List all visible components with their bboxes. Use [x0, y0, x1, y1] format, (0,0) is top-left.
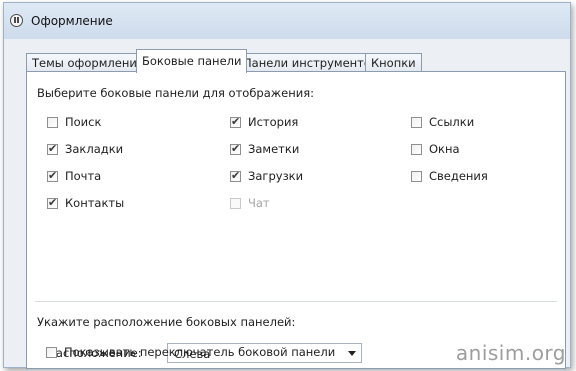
checkbox-label: Заметки — [248, 142, 300, 156]
checkbox-info[interactable]: Сведения — [411, 169, 488, 183]
checkbox-contacts[interactable]: ✔ Контакты — [47, 196, 124, 210]
checkbox-box[interactable] — [411, 116, 422, 128]
checkbox-label: Загрузки — [248, 169, 304, 183]
tab-toolbars[interactable]: Панели инструментов — [237, 53, 384, 72]
checkmark-icon: ✔ — [48, 195, 58, 209]
checkbox-label: Показывать переключатель боковой панели — [64, 345, 336, 359]
section-divider — [35, 301, 557, 302]
checkmark-icon: ✔ — [231, 114, 241, 128]
tab-themes[interactable]: Темы оформления — [26, 53, 150, 72]
app-icon — [10, 14, 23, 27]
sidebars-tab-panel: Выберите боковые панели для отображения:… — [26, 71, 566, 369]
dialog-client-area: Темы оформления Боковые панели Панели ин… — [4, 39, 570, 369]
checkbox-box[interactable]: ✔ — [230, 141, 241, 155]
checkbox-label: Поиск — [65, 115, 102, 129]
checkbox-box[interactable] — [47, 116, 58, 128]
checkbox-box — [230, 197, 241, 209]
checkbox-label: Почта — [65, 169, 102, 183]
checkbox-box[interactable] — [411, 143, 422, 155]
preferences-window: Оформление Темы оформления Боковые панел… — [3, 2, 571, 369]
checkbox-windows[interactable]: Окна — [411, 142, 460, 156]
checkmark-icon: ✔ — [231, 168, 241, 182]
checkbox-box[interactable] — [46, 346, 57, 358]
checkbox-chat: Чат — [230, 196, 270, 210]
title-bar[interactable]: Оформление — [4, 3, 570, 40]
checkbox-box[interactable]: ✔ — [230, 114, 241, 128]
watermark: anisim.org — [455, 341, 566, 365]
checkbox-label: Контакты — [65, 196, 125, 210]
checkbox-show-switcher[interactable]: Показывать переключатель боковой панели — [46, 345, 335, 359]
checkbox-label: Окна — [429, 142, 460, 156]
checkbox-box[interactable]: ✔ — [47, 141, 58, 155]
checkbox-mail[interactable]: ✔ Почта — [47, 169, 101, 183]
checkmark-icon: ✔ — [48, 168, 58, 182]
checkbox-label: Чат — [248, 196, 270, 210]
checkbox-history[interactable]: ✔ История — [230, 115, 298, 129]
window-title: Оформление — [31, 14, 113, 28]
checkbox-links[interactable]: Ссылки — [411, 115, 474, 129]
tab-sidebars[interactable]: Боковые панели — [136, 49, 248, 73]
checkbox-label: Ссылки — [429, 115, 475, 129]
checkmark-icon: ✔ — [48, 141, 58, 155]
checkmark-icon: ✔ — [231, 141, 241, 155]
dropdown-arrow-icon[interactable] — [348, 351, 356, 356]
checkbox-box[interactable]: ✔ — [230, 168, 241, 182]
checkbox-label: История — [248, 115, 299, 129]
checkbox-search[interactable]: Поиск — [47, 115, 101, 129]
checkbox-notes[interactable]: ✔ Заметки — [230, 142, 299, 156]
checkbox-label: Закладки — [65, 142, 124, 156]
checkbox-label: Сведения — [429, 169, 488, 183]
checkbox-box[interactable]: ✔ — [47, 168, 58, 182]
checkbox-box[interactable]: ✔ — [47, 195, 58, 209]
checkbox-bookmarks[interactable]: ✔ Закладки — [47, 142, 123, 156]
checkbox-box[interactable] — [411, 170, 422, 182]
checkbox-downloads[interactable]: ✔ Загрузки — [230, 169, 303, 183]
panels-heading: Выберите боковые панели для отображения: — [37, 86, 314, 100]
tab-buttons[interactable]: Кнопки — [365, 53, 422, 72]
position-heading: Укажите расположение боковых панелей: — [37, 315, 296, 329]
